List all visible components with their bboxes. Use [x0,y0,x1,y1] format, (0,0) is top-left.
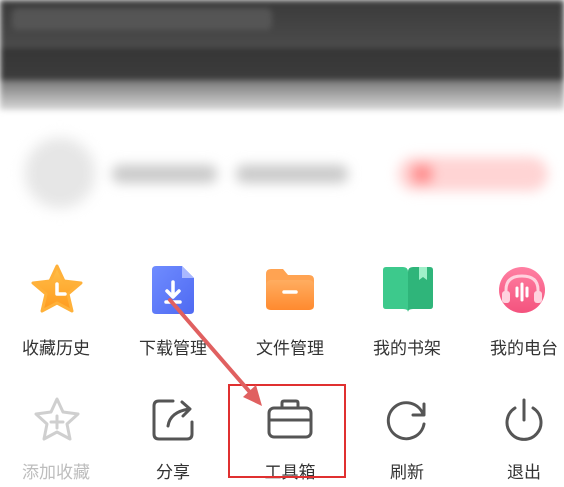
annotation-arrow [168,298,262,406]
